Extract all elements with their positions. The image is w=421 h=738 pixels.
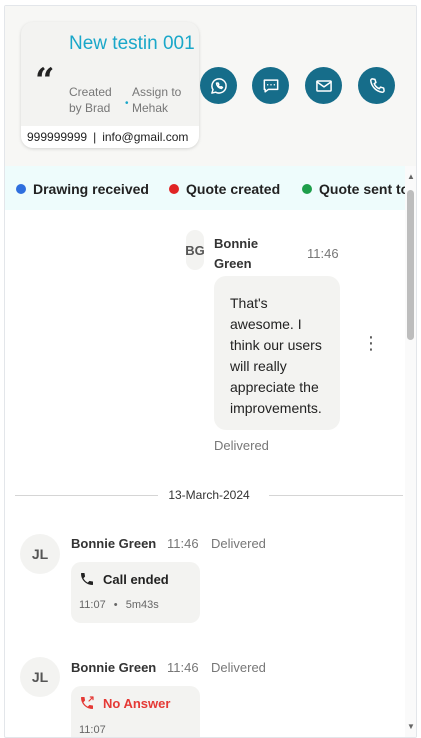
quote-icon: “ [35,61,55,101]
call-button[interactable] [358,67,395,104]
date-label: 13-March-2024 [158,488,260,502]
legend-label: Quote created [186,181,281,197]
sender-name: Bonnie Green [71,536,157,551]
legend-label: Quote sent to [319,181,405,197]
call-meta: 11:07 [79,724,106,736]
legend-dot-icon [169,184,179,194]
call-status: Call ended [103,571,169,587]
message-bubble: That's awesome. I think our users will r… [214,276,340,430]
chat-panel: “ New testin 001 Created by Brad • Assig… [4,5,417,738]
chat-icon [263,78,278,93]
lead-card[interactable]: “ New testin 001 Created by Brad • Assig… [21,22,199,148]
more-options-icon[interactable]: ⋮ [362,332,380,354]
whatsapp-icon [210,77,227,94]
message-button[interactable] [252,67,289,104]
call-meta: 11:07 • 5m43s [79,599,159,611]
delivery-status: Delivered [211,660,266,675]
legend-dot-icon [16,184,26,194]
scroll-thumb[interactable] [407,190,414,340]
delivery-status: Delivered [214,438,269,453]
call-log-card[interactable]: No Answer 11:07 [71,686,200,737]
lead-title: New testin 001 [69,33,195,54]
lead-header: “ New testin 001 Created by Brad • Assig… [5,6,416,166]
scrollbar[interactable]: ▲ ▼ [405,166,416,737]
avatar: JL [20,657,60,697]
whatsapp-button[interactable] [200,67,237,104]
call-time: 11:07 [79,724,106,736]
date-separator: 13-March-2024 [15,486,403,506]
assign-to: Assign to Mehak [132,85,182,115]
sender-name: Bonnie Green [71,660,157,675]
lead-phone[interactable]: 999999999 [27,130,87,144]
delivery-status: Delivered [211,536,266,551]
phone-icon [81,573,93,585]
mail-icon [315,79,332,92]
meta-separator-dot: • [125,98,129,109]
message-time: 11:46 [167,660,199,675]
status-legend: Drawing received Quote created Quote sen… [5,166,405,210]
legend-label: Drawing received [33,181,149,197]
missed-call-icon [81,696,94,709]
scroll-down-arrow-icon[interactable]: ▼ [407,722,415,731]
message-time: 11:46 [167,536,199,551]
scroll-up-arrow-icon[interactable]: ▲ [407,172,415,181]
avatar: BG [185,230,205,270]
call-status: No Answer [103,695,171,711]
legend-item-quote-created[interactable]: Quote created [169,181,280,197]
created-by: Created by Brad [69,85,112,115]
sender-name: Bonnie Green [214,236,259,271]
call-duration: 5m43s [125,599,159,611]
legend-dot-icon [302,184,312,194]
message-time: 11:46 [307,246,339,261]
call-time: 11:07 [79,599,106,611]
contact-bar: 999999999 | info@gmail.com [21,126,199,148]
email-button[interactable] [305,67,342,104]
call-meta-bullet: • [113,599,118,611]
phone-icon [369,77,385,93]
contact-separator: | [93,130,97,144]
lead-email[interactable]: info@gmail.com [102,130,188,144]
avatar: JL [20,534,60,574]
legend-item-drawing-received[interactable]: Drawing received [16,181,149,197]
legend-item-quote-sent[interactable]: Quote sent to [302,181,405,197]
call-log-card[interactable]: Call ended 11:07 • 5m43s [71,562,200,623]
